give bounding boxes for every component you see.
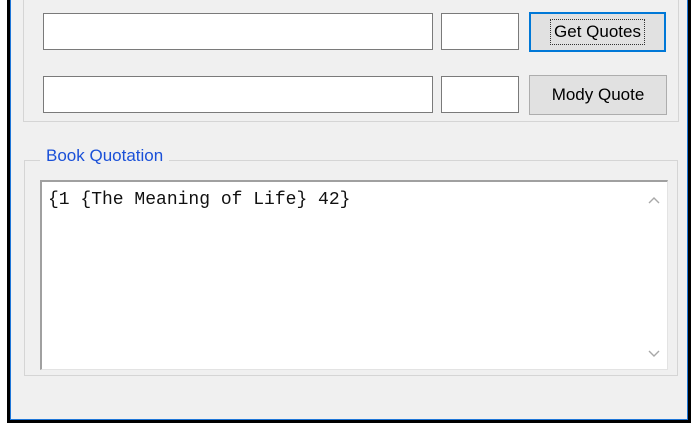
- book-quotation-content: {1 {The Meaning of Life} 42}: [48, 190, 351, 210]
- book-quotation-legend: Book Quotation: [40, 146, 170, 166]
- vertical-scrollbar[interactable]: [640, 182, 667, 369]
- modify-quote-button[interactable]: Mody Quote: [529, 75, 667, 115]
- quote-text-input-1[interactable]: [43, 13, 433, 50]
- get-quotes-button[interactable]: Get Quotes: [529, 12, 666, 52]
- quote-number-input-1[interactable]: [441, 13, 519, 50]
- get-quotes-button-label: Get Quotes: [550, 19, 645, 45]
- chevron-up-icon[interactable]: [640, 186, 667, 213]
- book-quotation-textarea[interactable]: {1 {The Meaning of Life} 42}: [40, 180, 668, 370]
- chevron-down-icon[interactable]: [640, 340, 667, 367]
- quote-text-input-2[interactable]: [43, 76, 433, 113]
- quote-number-input-2[interactable]: [441, 76, 519, 113]
- modify-quote-button-label: Mody Quote: [551, 85, 645, 104]
